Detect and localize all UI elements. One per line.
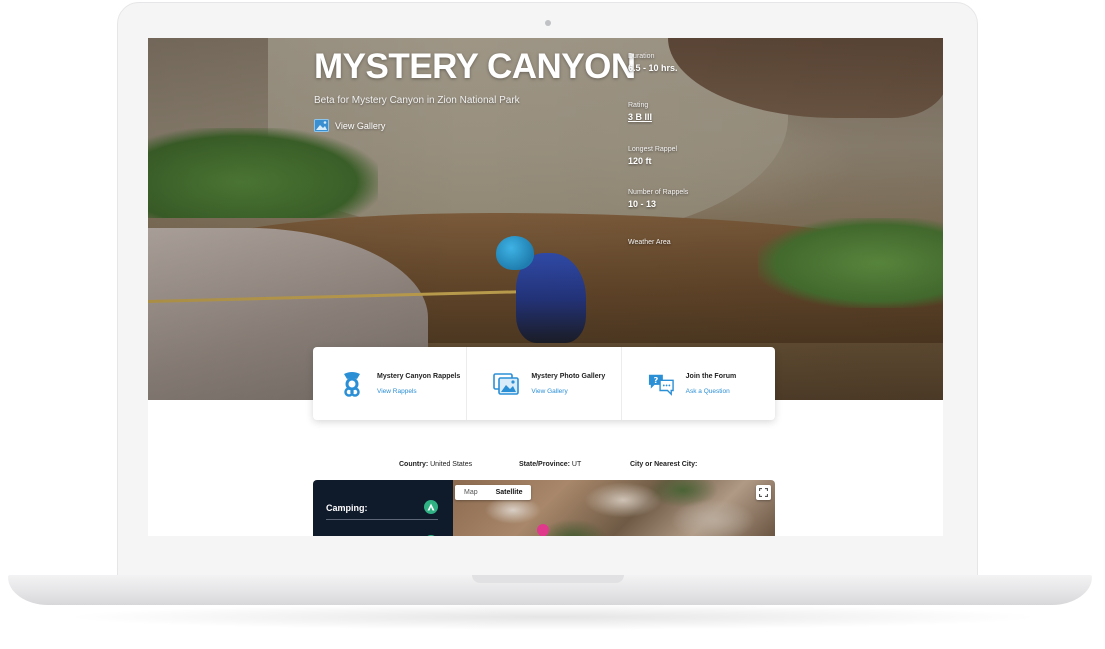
view-gallery-label: View Gallery — [335, 120, 386, 131]
city-info: City or Nearest City: — [630, 461, 697, 468]
laptop-notch — [472, 575, 624, 583]
country-label: Country: — [399, 461, 429, 468]
card-title: Mystery Photo Gallery — [531, 372, 606, 380]
stat-longest-rappel: Longest Rappel 120 ft — [628, 146, 677, 166]
laptop-shadow — [60, 604, 1045, 630]
gallery-icon — [493, 371, 520, 397]
view-gallery-link[interactable]: View Gallery — [314, 119, 385, 132]
card-rappels[interactable]: Mystery Canyon Rappels View Rappels — [313, 347, 468, 420]
hero-overlay — [148, 38, 943, 400]
card-title: Join the Forum — [685, 372, 737, 380]
stat-rating: Rating 3 B III — [628, 102, 652, 122]
view-rappels-link[interactable]: View Rappels — [377, 388, 460, 395]
stat-weather-area: Weather Area — [628, 239, 671, 249]
camping-title: Camping: — [326, 503, 368, 513]
hero-banner: MYSTERY CANYON Beta for Mystery Canyon i… — [148, 38, 943, 400]
stat-number-of-rappels: Number of Rappels 10 - 13 — [628, 189, 688, 209]
satellite-button[interactable]: Satellite — [487, 485, 532, 500]
stat-duration: Duration 6.5 - 10 hrs. — [628, 53, 678, 73]
country-info: Country: United States — [399, 461, 472, 468]
stat-value: 10 - 13 — [628, 199, 657, 209]
card-forum[interactable]: ? Join the Forum Ask a Question — [622, 347, 775, 420]
stat-label: Number of Rappels — [628, 189, 689, 196]
map-type-toggle: Map Satellite — [455, 485, 532, 500]
image-icon — [314, 119, 329, 132]
camping-panel: Camping: — [313, 480, 453, 536]
state-value: UT — [571, 461, 582, 468]
card-photo-gallery[interactable]: Mystery Photo Gallery View Gallery — [467, 347, 622, 420]
webcam-dot — [545, 20, 551, 26]
location-info: Country: United States State/Province: U… — [148, 461, 943, 473]
stat-value: 120 ft — [628, 156, 652, 166]
view-gallery-card-link[interactable]: View Gallery — [531, 388, 605, 395]
fullscreen-button[interactable] — [756, 485, 771, 500]
website-screen: MYSTERY CANYON Beta for Mystery Canyon i… — [148, 38, 943, 536]
stat-label: Rating — [628, 102, 649, 109]
campsite-icon — [424, 535, 438, 536]
quick-links: Mystery Canyon Rappels View Rappels Myst… — [313, 347, 775, 420]
ask-question-link[interactable]: Ask a Question — [686, 388, 737, 395]
state-info: State/Province: UT — [519, 461, 581, 468]
state-label: State/Province: — [519, 461, 570, 468]
map-button[interactable]: Map — [455, 485, 487, 500]
satellite-map[interactable]: Map Satellite — [453, 480, 775, 536]
rappel-icon — [339, 371, 365, 397]
tent-icon — [424, 500, 438, 514]
chat-icon: ? — [648, 371, 674, 397]
stat-value: 6.5 - 10 hrs. — [628, 63, 678, 73]
stat-label: Weather Area — [628, 239, 671, 246]
card-title: Mystery Canyon Rappels — [377, 372, 461, 380]
city-label: City or Nearest City: — [630, 461, 698, 468]
location-pin-icon[interactable] — [534, 521, 552, 536]
camping-divider — [326, 519, 438, 520]
stat-label: Duration — [628, 53, 655, 60]
svg-text:?: ? — [653, 375, 658, 385]
page-subtitle: Beta for Mystery Canyon in Zion National… — [314, 95, 520, 106]
fullscreen-icon — [759, 488, 768, 497]
country-value: United States — [430, 461, 473, 468]
stat-label: Longest Rappel — [628, 146, 678, 153]
rating-link[interactable]: 3 B III — [628, 112, 652, 122]
page-title: MYSTERY CANYON — [314, 47, 636, 86]
